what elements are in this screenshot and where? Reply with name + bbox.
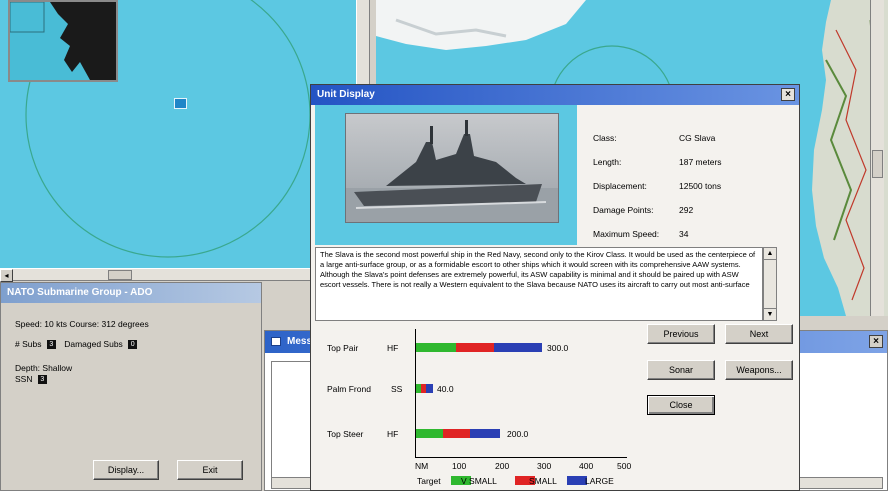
exit-button[interactable]: Exit — [177, 460, 243, 480]
depth-text: Depth: Shallow — [15, 363, 73, 373]
damage-points-label: Damage Points: — [593, 205, 654, 215]
chart-x-axis — [415, 457, 627, 458]
unit-display-dialog: Unit Display × Class: CG Slava Length: 1… — [310, 84, 800, 491]
messages-close-icon[interactable]: × — [869, 335, 883, 348]
length-value: 187 meters — [679, 157, 722, 167]
previous-button[interactable]: Previous — [647, 324, 715, 344]
sensor-name-2: Palm Frond — [327, 384, 371, 394]
damage-points-value: 292 — [679, 205, 694, 215]
messages-body — [271, 361, 311, 479]
class-value: CG Slava — [679, 133, 716, 143]
axis-tick-500: 500 — [617, 461, 632, 471]
scroll-down-arrow-icon[interactable]: ▼ — [764, 308, 776, 320]
legend-label-small: SMALL — [529, 476, 557, 486]
nato-group-title: NATO Submarine Group - ADO — [1, 283, 261, 303]
sensor-band-2: SS — [391, 384, 403, 394]
map-right-vertical-scrollbar[interactable] — [870, 0, 884, 316]
unit-display-titlebar[interactable]: Unit Display × — [311, 85, 799, 105]
description-scrollbar[interactable]: ▲ ▼ — [763, 247, 777, 321]
next-button[interactable]: Next — [725, 324, 793, 344]
scroll-left-arrow-icon[interactable]: ◂ — [0, 269, 13, 282]
sensor-band-3: HF — [387, 429, 399, 439]
sensor-bar-1 — [416, 343, 626, 352]
ship-photo — [345, 113, 559, 223]
damaged-subs-label: Damaged Subs — [64, 339, 123, 349]
legend-label-vsmall: V SMALL — [461, 476, 497, 486]
length-label: Length: — [593, 157, 622, 167]
nato-group-panel: NATO Submarine Group - ADO Speed: 10 kts… — [0, 282, 262, 491]
map-left-horizontal-scrollbar[interactable]: ◂ — [0, 268, 356, 282]
sensor-name-3: Top Steer — [327, 429, 364, 439]
close-button[interactable]: Close — [647, 395, 715, 415]
ssn-count-badge: 3 — [37, 375, 47, 385]
sonar-button[interactable]: Sonar — [647, 360, 715, 380]
sensor-bar-2 — [416, 384, 626, 393]
subs-count-badge: 3 — [46, 340, 56, 350]
axis-tick-300: 300 — [537, 461, 552, 471]
speed-course-text: Speed: 10 kts Course: 312 degrees — [15, 319, 149, 329]
legend-swatch-large — [567, 476, 587, 485]
bar-segment-large — [493, 343, 542, 352]
sensor-bar-3 — [416, 429, 626, 438]
max-speed-label: Maximum Speed: — [593, 229, 660, 239]
scroll-up-arrow-icon[interactable]: ▲ — [764, 248, 776, 260]
axis-tick-400: 400 — [579, 461, 594, 471]
bar-segment-large — [469, 429, 500, 438]
bar-segment-small — [443, 429, 470, 438]
bar-segment-vsmall — [416, 429, 444, 438]
ssn-line: SSN 3 — [15, 374, 47, 385]
displacement-value: 12500 tons — [679, 181, 722, 191]
sensor-band-1: HF — [387, 343, 399, 353]
subs-label: # Subs — [15, 339, 42, 349]
subs-status-line: # Subs 3 Damaged Subs 0 — [15, 339, 138, 350]
bar-segment-small — [455, 343, 494, 352]
damaged-subs-count-badge: 0 — [128, 340, 138, 350]
scroll-thumb[interactable] — [108, 270, 132, 280]
scroll-thumb-right[interactable] — [872, 150, 883, 178]
bar-segment-large — [426, 384, 433, 393]
axis-tick-200: 200 — [495, 461, 510, 471]
unit-marker-icon[interactable] — [174, 98, 187, 109]
display-button[interactable]: Display... — [93, 460, 159, 480]
unit-display-close-icon[interactable]: × — [781, 88, 795, 101]
sensor-range-chart: Top Pair HF 300.0 Palm Frond SS 40.0 Top… — [315, 323, 645, 489]
class-label: Class: — [593, 133, 617, 143]
axis-unit-label: NM — [415, 461, 429, 471]
ssn-label: SSN — [15, 374, 33, 384]
unit-description[interactable]: The Slava is the second most powerful sh… — [315, 247, 763, 321]
legend-title: Target — [417, 476, 441, 486]
displacement-label: Displacement: — [593, 181, 647, 191]
sensor-name-1: Top Pair — [327, 343, 359, 353]
max-speed-value: 34 — [679, 229, 689, 239]
axis-tick-100: 100 — [452, 461, 467, 471]
overview-minimap[interactable] — [8, 0, 118, 82]
unit-display-title: Unit Display — [317, 89, 375, 100]
unit-stats-panel: Class: CG Slava Length: 187 meters Displ… — [577, 105, 795, 245]
weapons-button[interactable]: Weapons... — [725, 360, 793, 380]
legend-label-large: LARGE — [585, 476, 614, 486]
messages-window-icon — [271, 337, 281, 346]
bar-segment-vsmall — [416, 343, 456, 352]
